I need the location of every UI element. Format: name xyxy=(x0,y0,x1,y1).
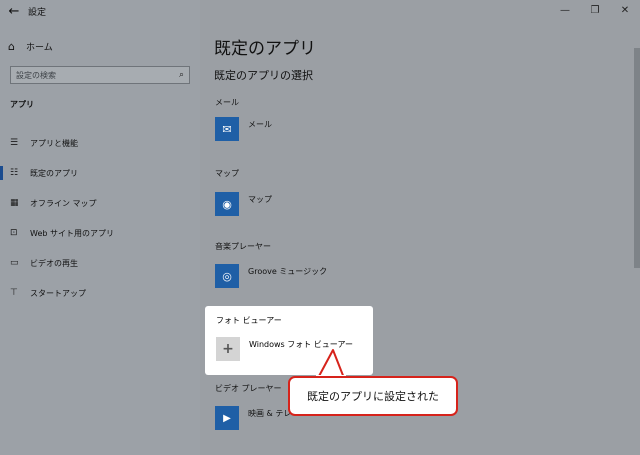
app-name: Groove ミュージック xyxy=(248,266,328,276)
sidebar-item-label: アプリと機能 xyxy=(30,138,78,148)
groove-music-icon: ◎ xyxy=(215,264,239,288)
window-title: 設定 xyxy=(28,7,47,18)
sidebar-item-label: オフライン マップ xyxy=(30,198,97,208)
back-arrow-icon: ← xyxy=(8,3,20,19)
category-label-music: 音楽プレーヤー xyxy=(215,242,271,251)
sidebar-item-label: 既定のアプリ xyxy=(30,168,78,178)
close-button[interactable]: ✕ xyxy=(610,0,640,20)
default-app-video[interactable]: ▶ 映画 & テレ xyxy=(215,406,291,430)
page-title: 既定のアプリ xyxy=(214,39,316,59)
mail-icon: ✉ xyxy=(215,117,239,141)
default-apps-icon: ☷ xyxy=(10,168,19,178)
search-box[interactable]: ⌕ xyxy=(10,66,190,84)
minimize-icon: — xyxy=(560,4,570,16)
minimize-button[interactable]: — xyxy=(550,0,580,20)
category-label-photo: フォト ビューアー xyxy=(216,316,282,325)
maps-icon: ◉ xyxy=(215,192,239,216)
plus-icon: + xyxy=(216,337,240,361)
category-label-mail: メール xyxy=(215,98,239,107)
sidebar-item-startup[interactable]: ⊤ スタートアップ xyxy=(0,278,200,308)
app-name: メール xyxy=(248,119,272,129)
photo-viewer-highlight: フォト ビューアー + Windows フォト ビューアー xyxy=(205,306,373,375)
home-link[interactable]: ⌂ ホーム xyxy=(8,38,53,54)
apps-list-icon: ☰ xyxy=(10,138,19,148)
default-app-maps[interactable]: ◉ マップ xyxy=(215,192,272,216)
restore-icon: ❐ xyxy=(590,4,600,16)
offline-maps-icon: ▦ xyxy=(10,198,19,208)
video-playback-icon: ▭ xyxy=(10,258,19,268)
movies-tv-icon: ▶ xyxy=(215,406,239,430)
home-label: ホーム xyxy=(26,42,53,53)
scrollbar[interactable] xyxy=(634,48,640,268)
window-controls: — ❐ ✕ xyxy=(550,0,640,22)
category-label-maps: マップ xyxy=(215,169,239,178)
app-name: Windows フォト ビューアー xyxy=(249,339,353,349)
back-button[interactable]: ← xyxy=(0,0,28,22)
sidebar-item-label: ビデオの再生 xyxy=(30,258,78,268)
default-app-photo[interactable]: + Windows フォト ビューアー xyxy=(216,337,353,361)
sidebar-item-websites[interactable]: ⊡ Web サイト用のアプリ xyxy=(0,218,200,248)
search-input[interactable] xyxy=(16,70,166,80)
sidebar-item-default-apps[interactable]: ☷ 既定のアプリ xyxy=(0,158,200,188)
sidebar-item-offline-maps[interactable]: ▦ オフライン マップ xyxy=(0,188,200,218)
close-icon: ✕ xyxy=(620,4,630,16)
sidebar-item-video-playback[interactable]: ▭ ビデオの再生 xyxy=(0,248,200,278)
search-icon[interactable]: ⌕ xyxy=(179,70,184,80)
sidebar-nav: ☰ アプリと機能 ☷ 既定のアプリ ▦ オフライン マップ ⊡ Web サイト用… xyxy=(0,128,200,308)
sidebar-item-label: Web サイト用のアプリ xyxy=(30,228,114,238)
home-icon: ⌂ xyxy=(8,39,15,53)
section-label: アプリ xyxy=(10,100,34,109)
titlebar-left: ← 設定 xyxy=(0,0,200,22)
callout-bubble: 既定のアプリに設定された xyxy=(288,376,458,416)
app-name: マップ xyxy=(248,194,272,204)
default-app-music[interactable]: ◎ Groove ミュージック xyxy=(215,264,327,288)
callout-text: 既定のアプリに設定された xyxy=(307,390,439,403)
section-title: 既定のアプリの選択 xyxy=(214,69,313,82)
sidebar: ← 設定 ⌂ ホーム ⌕ アプリ ☰ アプリと機能 ☷ 既定のアプリ ▦ オフラ… xyxy=(0,0,200,455)
category-label-video: ビデオ プレーヤー xyxy=(215,384,282,393)
restore-button[interactable]: ❐ xyxy=(580,0,610,20)
startup-icon: ⊤ xyxy=(10,288,18,298)
sidebar-item-apps-features[interactable]: ☰ アプリと機能 xyxy=(0,128,200,158)
websites-icon: ⊡ xyxy=(10,228,18,238)
default-app-mail[interactable]: ✉ メール xyxy=(215,117,272,141)
sidebar-item-label: スタートアップ xyxy=(30,288,86,298)
app-name: 映画 & テレ xyxy=(248,408,292,418)
